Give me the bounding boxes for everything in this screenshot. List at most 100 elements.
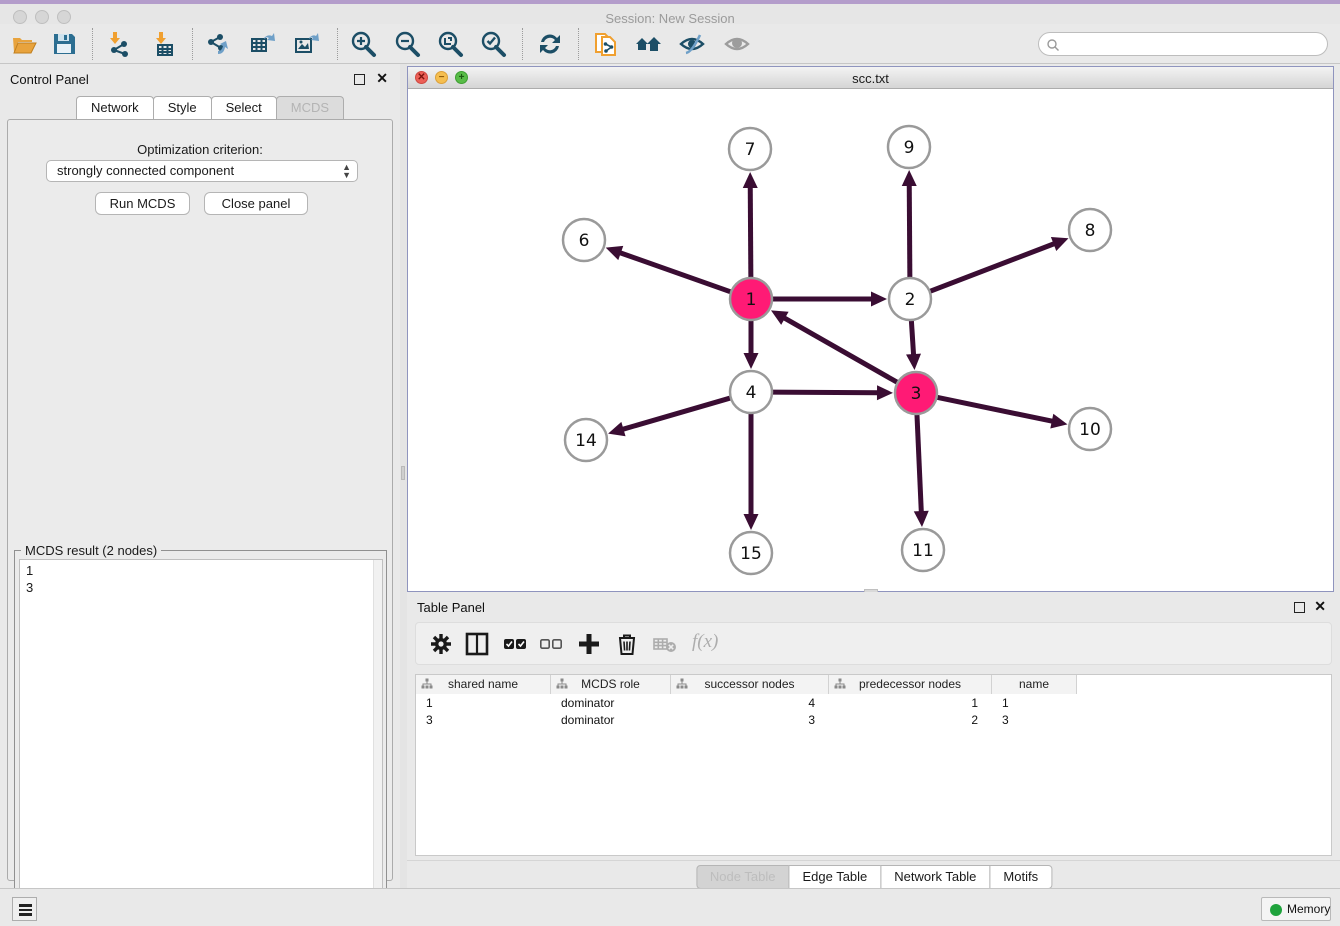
delete-icon[interactable] — [614, 631, 640, 657]
table-cell[interactable]: 1 — [416, 695, 551, 712]
toolbar-separator — [192, 28, 193, 60]
split-view-icon[interactable] — [464, 631, 490, 657]
mcds-result-list[interactable]: 13 — [19, 559, 383, 926]
graph-node-label: 15 — [740, 544, 762, 564]
network-canvas[interactable]: 7968124314101511 — [408, 90, 1333, 591]
optimization-criterion-select[interactable]: strongly connected component ▲▼ — [46, 160, 358, 182]
table-cell[interactable]: 3 — [416, 712, 551, 729]
close-panel-button[interactable]: Close panel — [204, 192, 308, 215]
tab-node-table[interactable]: Node Table — [696, 865, 790, 889]
scrollbar[interactable] — [373, 560, 382, 926]
table-cell[interactable]: 1 — [829, 695, 992, 712]
network-window-title: scc.txt — [408, 71, 1333, 86]
import-table-icon[interactable] — [150, 30, 178, 58]
toolbar-separator — [92, 28, 93, 60]
zoom-selected-icon[interactable] — [479, 30, 507, 58]
dropdown-value: strongly connected component — [57, 163, 234, 178]
run-mcds-button[interactable]: Run MCDS — [95, 192, 190, 215]
delete-table-icon[interactable] — [652, 631, 678, 657]
table-row[interactable]: 3dominator323 — [416, 712, 1331, 729]
edge-4-3[interactable] — [770, 392, 880, 393]
close-panel-icon[interactable]: ✕ — [1314, 598, 1326, 615]
edge-3-10[interactable] — [935, 397, 1055, 422]
optimization-criterion-label: Optimization criterion: — [8, 142, 392, 157]
edge-arrow-icon — [877, 385, 893, 400]
graph-node-label: 8 — [1085, 221, 1096, 241]
gear-icon[interactable] — [428, 631, 454, 657]
tab-mcds[interactable]: MCDS — [276, 96, 344, 119]
column-header-shared-name[interactable]: shared name — [416, 675, 551, 694]
mcds-result-title: MCDS result (2 nodes) — [21, 543, 161, 558]
float-panel-icon[interactable] — [1294, 602, 1305, 613]
edge-1-7[interactable] — [750, 185, 751, 280]
close-panel-icon[interactable]: ✕ — [376, 70, 388, 87]
zoom-in-icon[interactable] — [349, 30, 377, 58]
tab-motifs[interactable]: Motifs — [989, 865, 1052, 889]
home-icon[interactable] — [634, 30, 662, 58]
clone-network-icon[interactable] — [592, 30, 620, 58]
tab-style[interactable]: Style — [153, 96, 212, 119]
table-cell[interactable]: 3 — [992, 712, 1077, 729]
edge-arrow-icon — [744, 353, 759, 369]
memory-label: Memory — [1287, 902, 1330, 916]
table-row[interactable]: 1dominator411 — [416, 695, 1331, 712]
tab-network[interactable]: Network — [76, 96, 154, 119]
table-cell[interactable]: 2 — [829, 712, 992, 729]
control-panel: Control Panel ✕ NetworkStyleSelectMCDS O… — [0, 64, 400, 888]
mcds-result-item[interactable]: 1 — [26, 562, 382, 579]
column-header-MCDS-role[interactable]: MCDS role — [551, 675, 671, 694]
graph-node-label: 4 — [746, 383, 757, 403]
export-image-icon[interactable] — [292, 30, 320, 58]
select-all-icon[interactable] — [502, 631, 528, 657]
menu-list-icon[interactable] — [12, 897, 37, 921]
refresh-icon[interactable] — [536, 30, 564, 58]
float-panel-icon[interactable] — [354, 74, 365, 85]
hide-selected-icon[interactable] — [678, 30, 706, 58]
splitter-handle[interactable] — [401, 466, 405, 480]
export-network-icon[interactable] — [204, 30, 232, 58]
toolbar-separator — [337, 28, 338, 60]
edge-3-1[interactable] — [782, 317, 899, 384]
function-builder-icon[interactable]: f(x) — [692, 631, 718, 653]
panel-splitter[interactable] — [400, 64, 407, 888]
table-toolbar: f(x) — [415, 622, 1332, 665]
toolbar-separator — [578, 28, 579, 60]
column-header-predecessor-nodes[interactable]: predecessor nodes — [829, 675, 992, 694]
edge-2-3[interactable] — [911, 318, 913, 357]
edge-arrow-icon — [606, 246, 624, 260]
tab-select[interactable]: Select — [211, 96, 277, 119]
mcds-result-item[interactable]: 3 — [26, 579, 382, 596]
edge-arrow-icon — [743, 172, 758, 188]
tab-network-table[interactable]: Network Table — [880, 865, 990, 889]
table-cell[interactable]: 3 — [671, 712, 829, 729]
table-cell[interactable]: dominator — [551, 712, 671, 729]
deselect-all-icon[interactable] — [538, 631, 564, 657]
table-cell[interactable]: 1 — [992, 695, 1077, 712]
tab-edge-table[interactable]: Edge Table — [788, 865, 881, 889]
table-cell[interactable]: 4 — [671, 695, 829, 712]
save-session-icon[interactable] — [50, 30, 78, 58]
open-session-icon[interactable] — [10, 30, 38, 58]
export-table-icon[interactable] — [248, 30, 276, 58]
graph-node-label: 1 — [746, 290, 757, 310]
edge-2-9[interactable] — [909, 183, 910, 280]
search-input[interactable] — [1038, 32, 1328, 56]
edge-1-6[interactable] — [618, 252, 733, 293]
column-header-name[interactable]: name — [992, 675, 1077, 694]
table-panel: Table Panel ✕ f(x) shared nameMCDS roles… — [407, 592, 1340, 888]
edge-3-11[interactable] — [917, 412, 922, 514]
edge-arrow-icon — [1050, 414, 1067, 429]
edge-4-14[interactable] — [621, 397, 733, 430]
edge-2-8[interactable] — [928, 243, 1057, 292]
import-network-icon[interactable] — [104, 30, 132, 58]
add-icon[interactable] — [576, 631, 602, 657]
show-all-icon[interactable] — [723, 30, 751, 58]
column-header-successor-nodes[interactable]: successor nodes — [671, 675, 829, 694]
zoom-fit-icon[interactable] — [436, 30, 464, 58]
memory-button[interactable]: Memory — [1261, 897, 1331, 921]
table-cell[interactable]: dominator — [551, 695, 671, 712]
edge-arrow-icon — [902, 170, 917, 186]
network-window-titlebar[interactable]: ✕ − + scc.txt — [408, 67, 1333, 89]
zoom-out-icon[interactable] — [393, 30, 421, 58]
search-icon — [1046, 38, 1060, 52]
